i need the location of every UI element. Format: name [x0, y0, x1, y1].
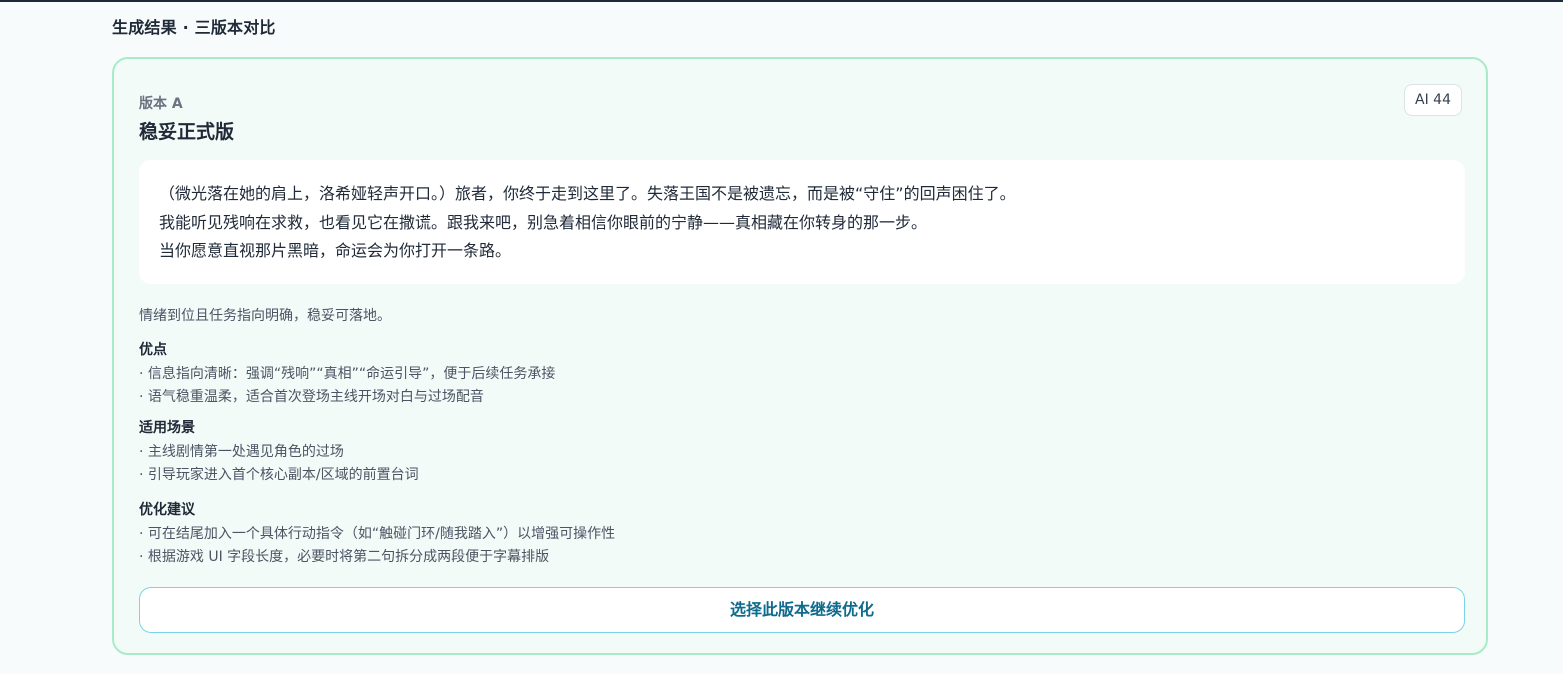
dialog-text-box: （微光落在她的肩上，洛希娅轻声开口。）旅者，你终于走到这里了。失落王国不是被遗忘…: [139, 160, 1465, 284]
pros-item: · 语气稳重温柔，适合首次登场主线开场对白与过场配音: [139, 388, 484, 405]
suggestions-title: 优化建议: [139, 502, 195, 518]
suggestions-item: · 根据游戏 UI 字段长度，必要时将第二句拆分成两段便于字幕排版: [139, 548, 550, 565]
dialog-line: （微光落在她的肩上，洛希娅轻声开口。）旅者，你终于走到这里了。失落王国不是被遗忘…: [159, 184, 1016, 203]
version-card-a: 版本 A 稳妥正式版 AI 44 （微光落在她的肩上，洛希娅轻声开口。）旅者，你…: [112, 57, 1488, 655]
pros-title: 优点: [139, 342, 167, 358]
top-bar: [0, 0, 1563, 2]
scenarios-item: · 主线剧情第一处遇见角色的过场: [139, 444, 344, 460]
summary-text: 情绪到位且任务指向明确，稳妥可落地。: [139, 308, 391, 324]
scenarios-title: 适用场景: [139, 420, 195, 436]
version-label: 版本 A: [139, 96, 183, 112]
scenarios-item: · 引导玩家进入首个核心副本/区域的前置台词: [139, 466, 419, 483]
ai-score-badge: AI 44: [1404, 84, 1462, 116]
section-title: 生成结果 · 三版本对比: [112, 18, 276, 37]
suggestions-item: · 可在结尾加入一个具体行动指令（如“触碰门环/随我踏入”）以增强可操作性: [139, 526, 616, 542]
suggestions-group: 优化建议 · 可在结尾加入一个具体行动指令（如“触碰门环/随我踏入”）以增强可操…: [139, 500, 615, 568]
pros-group: 优点 · 信息指向清晰：强调“残响”“真相”“命运引导”，便于后续任务承接 · …: [139, 340, 555, 408]
dialog-line: 我能听见残响在求救，也看见它在撒谎。跟我来吧，别急着相信你眼前的宁静——真相藏在…: [159, 212, 928, 232]
select-version-button[interactable]: 选择此版本继续优化: [139, 587, 1465, 633]
pros-item: · 信息指向清晰：强调“残响”“真相”“命运引导”，便于后续任务承接: [139, 366, 556, 382]
scenarios-group: 适用场景 · 主线剧情第一处遇见角色的过场 · 引导玩家进入首个核心副本/区域的…: [139, 418, 419, 486]
version-name: 稳妥正式版: [139, 121, 235, 143]
dialog-line: 当你愿意直视那片黑暗，命运会为你打开一条路。: [159, 241, 512, 260]
